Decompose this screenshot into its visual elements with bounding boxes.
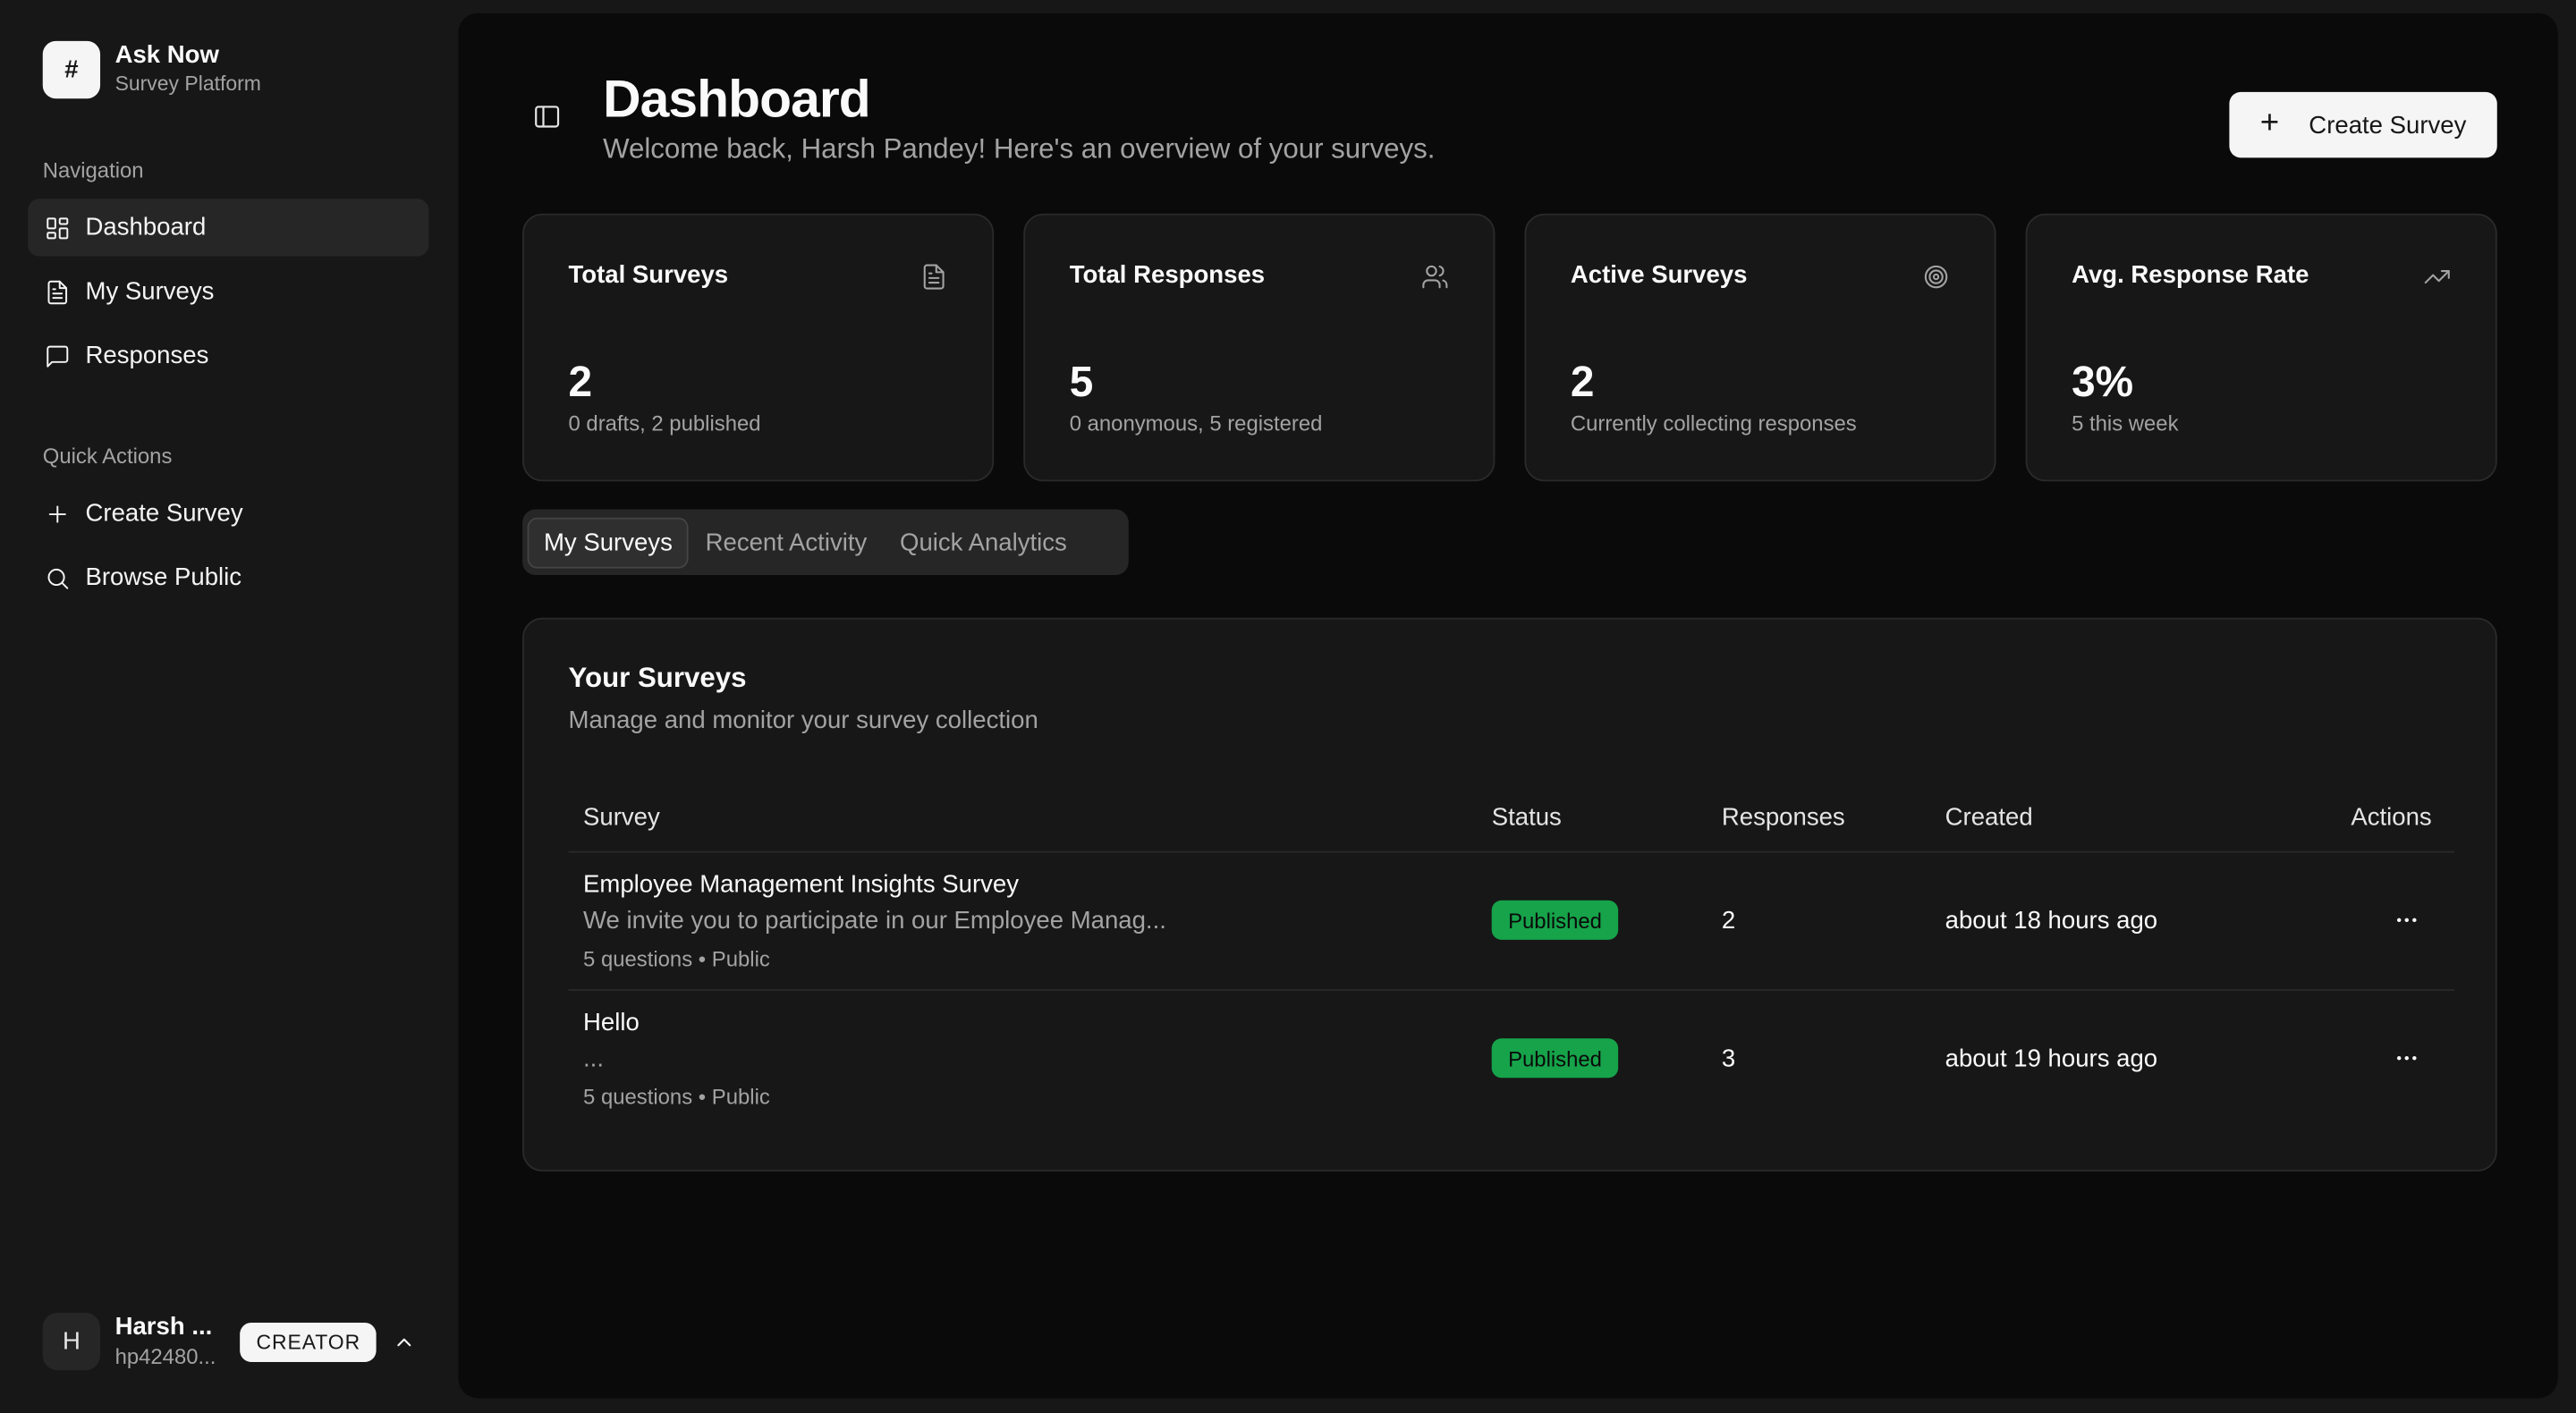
sidebar-item-my-surveys[interactable]: My Surveys <box>28 263 428 320</box>
status-badge: Published <box>1491 1038 1619 1079</box>
sidebar-item-label: Responses <box>85 342 209 370</box>
sidebar-item-responses[interactable]: Responses <box>28 327 428 385</box>
create-survey-button[interactable]: + Create Survey <box>2229 91 2497 158</box>
stat-value: 2 <box>568 356 593 406</box>
divider <box>568 988 2455 991</box>
tab-list: My Surveys Recent Activity Quick Analyti… <box>522 509 1129 576</box>
created-time: about 19 hours ago <box>1945 1045 2158 1073</box>
sidebar-item-label: Create Survey <box>85 499 243 528</box>
stat-title: Avg. Response Rate <box>2072 261 2309 290</box>
sidebar-item-browse-public[interactable]: Browse Public <box>28 549 428 606</box>
survey-title[interactable]: Employee Management Insights Survey <box>583 871 1019 899</box>
stat-title: Total Surveys <box>568 261 729 290</box>
status-badge: Published <box>1491 900 1619 940</box>
sidebar-item-label: Dashboard <box>85 213 207 242</box>
create-survey-label: Create Survey <box>2309 111 2467 140</box>
responses-count: 2 <box>1721 907 1736 935</box>
surveys-title: Your Surveys <box>568 662 747 694</box>
target-icon <box>1922 263 1950 291</box>
sidebar: # Ask Now Survey Platform Navigation Das… <box>0 0 459 1413</box>
chevron-up-icon[interactable] <box>394 1330 417 1353</box>
stat-card-total-surveys: Total Surveys 2 0 drafts, 2 published <box>522 213 995 482</box>
dashboard-icon <box>43 214 71 241</box>
stat-value: 5 <box>1069 356 1094 406</box>
column-header-created: Created <box>1945 803 2033 832</box>
column-header-responses: Responses <box>1721 803 1845 832</box>
stat-value: 2 <box>1570 356 1595 406</box>
brand-name: Ask Now <box>114 40 219 70</box>
stat-card-total-responses: Total Responses 5 0 anonymous, 5 registe… <box>1023 213 1496 482</box>
quick-actions-group-label: Quick Actions <box>42 444 173 469</box>
more-actions-icon[interactable] <box>2387 1038 2427 1078</box>
surveys-card: Your Surveys Manage and monitor your sur… <box>522 617 2497 1172</box>
page-subtitle: Welcome back, Harsh Pandey! Here's an ov… <box>603 132 1436 165</box>
stat-note: 5 this week <box>2072 410 2179 436</box>
created-time: about 18 hours ago <box>1945 907 2158 935</box>
more-actions-icon[interactable] <box>2387 901 2427 940</box>
user-email: hp42480... <box>114 1343 216 1369</box>
sidebar-item-create-survey[interactable]: Create Survey <box>28 485 428 542</box>
tab-recent-activity[interactable]: Recent Activity <box>689 519 883 566</box>
survey-meta: 5 questions • Public <box>583 1084 770 1110</box>
stat-note: Currently collecting responses <box>1570 410 1857 436</box>
search-icon <box>43 563 71 591</box>
responses-count: 3 <box>1721 1045 1736 1073</box>
user-name: Harsh ... <box>114 1312 213 1341</box>
message-icon <box>43 342 71 369</box>
stat-note: 0 drafts, 2 published <box>568 410 761 436</box>
stat-card-active-surveys: Active Surveys 2 Currently collecting re… <box>1524 213 1996 482</box>
document-icon <box>43 277 71 305</box>
sidebar-toggle-icon[interactable] <box>532 102 562 131</box>
brand-logo: # <box>42 40 101 99</box>
stat-title: Active Surveys <box>1570 261 1748 290</box>
page-title: Dashboard <box>603 69 871 129</box>
plus-icon: + <box>2259 104 2280 141</box>
brand[interactable]: # Ask Now Survey Platform <box>42 40 261 99</box>
sidebar-item-dashboard[interactable]: Dashboard <box>28 199 429 257</box>
survey-meta: 5 questions • Public <box>583 946 770 971</box>
survey-title[interactable]: Hello <box>583 1009 640 1036</box>
surveys-subtitle: Manage and monitor your survey collectio… <box>568 706 1038 735</box>
divider <box>568 850 2455 853</box>
column-header-status: Status <box>1491 803 1562 832</box>
survey-description: ... <box>583 1045 605 1073</box>
tab-my-surveys[interactable]: My Surveys <box>527 516 690 568</box>
avatar: H <box>42 1312 101 1371</box>
stat-card-avg-response-rate: Avg. Response Rate 3% 5 this week <box>2025 213 2497 482</box>
tab-quick-analytics[interactable]: Quick Analytics <box>884 519 1084 566</box>
trending-up-icon <box>2423 263 2451 291</box>
stat-title: Total Responses <box>1069 261 1266 290</box>
column-header-actions: Actions <box>2351 803 2432 832</box>
column-header-survey: Survey <box>583 803 660 832</box>
file-icon <box>920 263 948 291</box>
plus-icon <box>43 500 71 528</box>
survey-description: We invite you to participate in our Empl… <box>583 907 1166 935</box>
navigation-group-label: Navigation <box>42 157 144 182</box>
sidebar-item-label: Browse Public <box>85 563 242 592</box>
stat-note: 0 anonymous, 5 registered <box>1069 410 1323 436</box>
stat-value: 3% <box>2072 356 2134 406</box>
brand-subtitle: Survey Platform <box>114 72 261 96</box>
user-menu[interactable]: H Harsh ... hp42480... CREATOR <box>42 1312 437 1371</box>
main-content: Dashboard Welcome back, Harsh Pandey! He… <box>458 13 2558 1399</box>
users-icon <box>1421 263 1449 291</box>
role-badge: CREATOR <box>240 1322 377 1362</box>
sidebar-item-label: My Surveys <box>85 277 215 306</box>
